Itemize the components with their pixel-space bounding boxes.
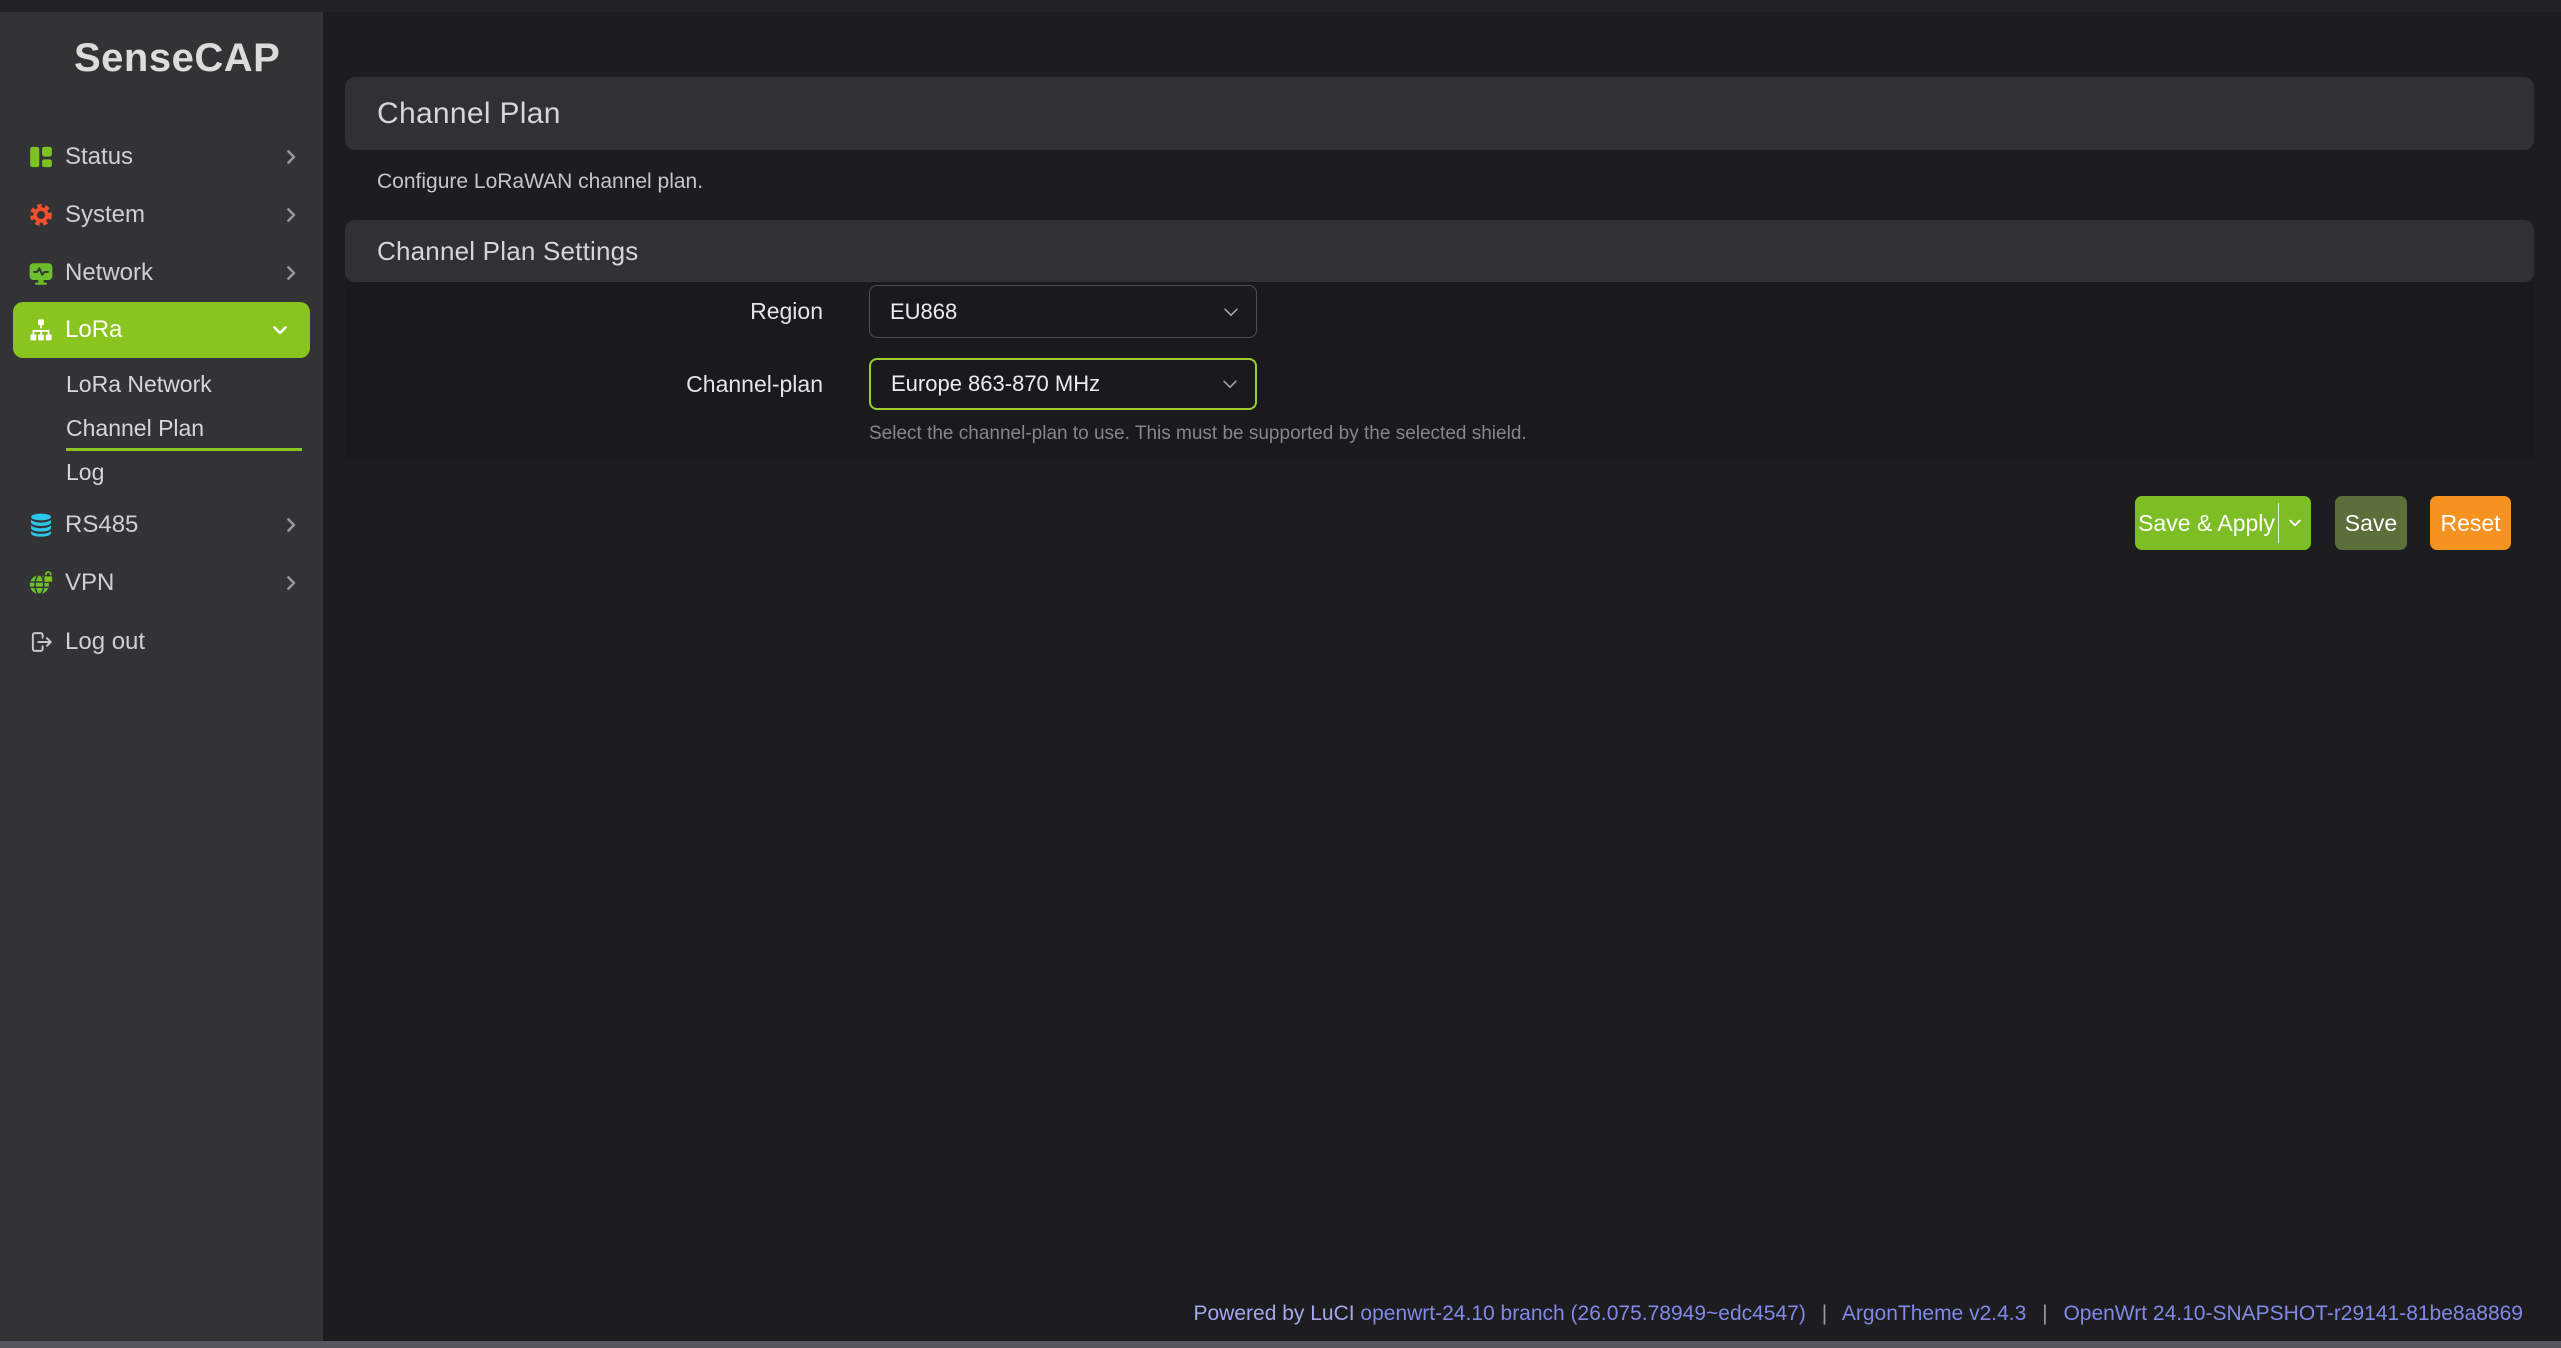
sidebar-item-label: Log out [65, 628, 145, 656]
sidebar-item-status[interactable]: Status [0, 129, 323, 185]
sidebar-item-label: System [65, 201, 145, 229]
footer: Powered by LuCI openwrt-24.10 branch (26… [1193, 1302, 2523, 1326]
chevron-right-icon [282, 574, 300, 592]
chevron-right-icon [282, 516, 300, 534]
channel-plan-select[interactable]: Europe 863-870 MHz [869, 358, 1257, 410]
sidebar-item-label: LoRa [65, 316, 122, 344]
sidebar: SenseCAP Status Sys [0, 0, 323, 1348]
section-header: Channel Plan Settings [345, 220, 2534, 282]
window-top-edge [0, 0, 2561, 12]
save-apply-dropdown[interactable] [2279, 515, 2311, 531]
page-description: Configure LoRaWAN channel plan. [377, 170, 703, 194]
brand-logo: SenseCAP [74, 36, 280, 81]
page-title-bar: Channel Plan [345, 77, 2534, 150]
gear-icon [28, 202, 54, 228]
monitor-pulse-icon [28, 260, 54, 286]
sidebar-item-network[interactable]: Network [0, 245, 323, 301]
chevron-down-icon [1219, 373, 1241, 395]
horizontal-scrollbar[interactable] [0, 1341, 2561, 1348]
footer-version-link[interactable]: OpenWrt 24.10-SNAPSHOT-r29141-81be8a8869 [2063, 1302, 2523, 1325]
footer-separator: | [1812, 1302, 1837, 1325]
globe-lock-icon [28, 570, 54, 596]
sidebar-item-system[interactable]: System [0, 187, 323, 243]
sidebar-item-label: Status [65, 143, 133, 171]
chevron-down-icon [271, 321, 289, 339]
sidebar-item-vpn[interactable]: VPN [0, 555, 323, 611]
chevron-down-icon [1220, 301, 1242, 323]
channel-plan-label: Channel-plan [345, 358, 823, 410]
sidebar-subitem-label: Log [66, 459, 104, 486]
channel-plan-select-value: Europe 863-870 MHz [891, 371, 1100, 397]
sidebar-subitem-lora-network[interactable]: LoRa Network [0, 362, 323, 406]
sidebar-subitem-channel-plan[interactable]: Channel Plan [0, 406, 323, 450]
sidebar-item-label: Network [65, 259, 153, 287]
chevron-right-icon [282, 148, 300, 166]
main-content: Channel Plan Configure LoRaWAN channel p… [323, 0, 2561, 1348]
sidebar-subitem-label: Channel Plan [66, 415, 204, 442]
save-button[interactable]: Save [2335, 496, 2407, 550]
reset-button[interactable]: Reset [2430, 496, 2511, 550]
footer-branch-link[interactable]: openwrt-24.10 branch (26.075.78949~edc45… [1360, 1302, 1805, 1325]
region-select-value: EU868 [890, 299, 957, 325]
sitemap-icon [28, 317, 54, 343]
footer-separator: | [2032, 1302, 2057, 1325]
sidebar-subitem-log[interactable]: Log [0, 450, 323, 494]
sidebar-item-label: RS485 [65, 511, 138, 539]
footer-powered-link[interactable]: Powered by LuCI [1193, 1302, 1354, 1325]
database-icon [28, 512, 54, 538]
sidebar-item-rs485[interactable]: RS485 [0, 497, 323, 553]
section-title: Channel Plan Settings [377, 236, 638, 267]
chevron-right-icon [282, 264, 300, 282]
sidebar-subitem-label: LoRa Network [66, 371, 212, 398]
region-label: Region [345, 285, 823, 338]
save-apply-button[interactable]: Save & Apply [2135, 496, 2311, 550]
sidebar-item-lora[interactable]: LoRa [13, 302, 310, 358]
status-grid-icon [28, 144, 54, 170]
save-apply-label: Save & Apply [2135, 510, 2278, 537]
app-window: SenseCAP Status Sys [0, 0, 2561, 1348]
region-select[interactable]: EU868 [869, 285, 1257, 338]
channel-plan-help: Select the channel-plan to use. This mus… [869, 423, 1527, 445]
page-title: Channel Plan [377, 97, 561, 131]
sidebar-item-logout[interactable]: Log out [0, 614, 323, 670]
sidebar-item-label: VPN [65, 569, 114, 597]
logout-icon [28, 629, 54, 655]
footer-theme-link[interactable]: ArgonTheme v2.4.3 [1842, 1302, 2026, 1325]
chevron-right-icon [282, 206, 300, 224]
